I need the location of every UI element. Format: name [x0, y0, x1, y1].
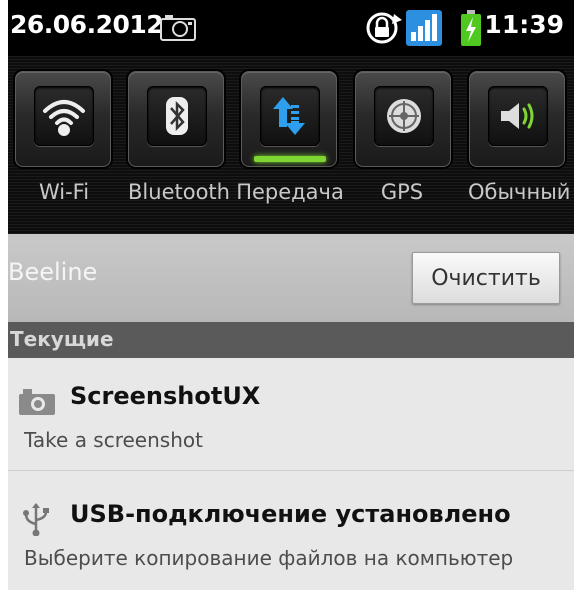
carrier-row: Beeline Очистить: [8, 234, 574, 322]
toggle-label-wifi: Wi-Fi: [38, 180, 90, 204]
quick-toggles: [8, 56, 574, 234]
status-time: 11:39: [484, 10, 564, 39]
carrier-name: Beeline: [8, 258, 98, 286]
battery-charging-icon: [461, 10, 481, 50]
section-header: Текущие: [8, 322, 574, 358]
notification-shade: 26.06.2012 11:39 Wi-Fi Bluetooth Передач…: [8, 0, 574, 590]
notification-title: USB-подключение установлено: [70, 500, 511, 528]
section-title: Текущие: [10, 327, 114, 351]
rotation-lock-icon: [364, 10, 404, 50]
notification-screenshotux[interactable]: ScreenshotUX Take a screenshot: [8, 358, 574, 471]
notification-text: Take a screenshot: [24, 428, 203, 452]
toggle-label-sound: Обычный: [468, 180, 571, 204]
signal-icon: [406, 10, 442, 50]
status-date: 26.06.2012: [10, 10, 164, 39]
toggle-on-indicator: [254, 156, 326, 162]
camera-icon: [160, 14, 196, 46]
toggle-data-transfer[interactable]: [238, 71, 338, 169]
camera-icon: [18, 388, 56, 420]
notification-title: ScreenshotUX: [70, 382, 261, 410]
toggle-label-bluetooth: Bluetooth: [128, 180, 230, 204]
toggle-sound[interactable]: [466, 71, 566, 169]
toggle-wifi[interactable]: [12, 71, 112, 169]
toggle-gps[interactable]: [352, 71, 452, 169]
usb-icon: [22, 502, 50, 540]
notification-text: Выберите копирование файлов на компьютер: [24, 546, 514, 570]
text-fade: [534, 544, 574, 574]
notification-usb[interactable]: USB-подключение установлено Выберите коп…: [8, 472, 574, 590]
clear-button[interactable]: Очистить: [412, 252, 560, 304]
toggle-bluetooth[interactable]: [125, 71, 225, 169]
toggle-label-gps: GPS: [380, 180, 424, 204]
toggle-label-data-transfer: Передача: [236, 180, 344, 204]
status-bar: 26.06.2012 11:39: [8, 0, 574, 56]
